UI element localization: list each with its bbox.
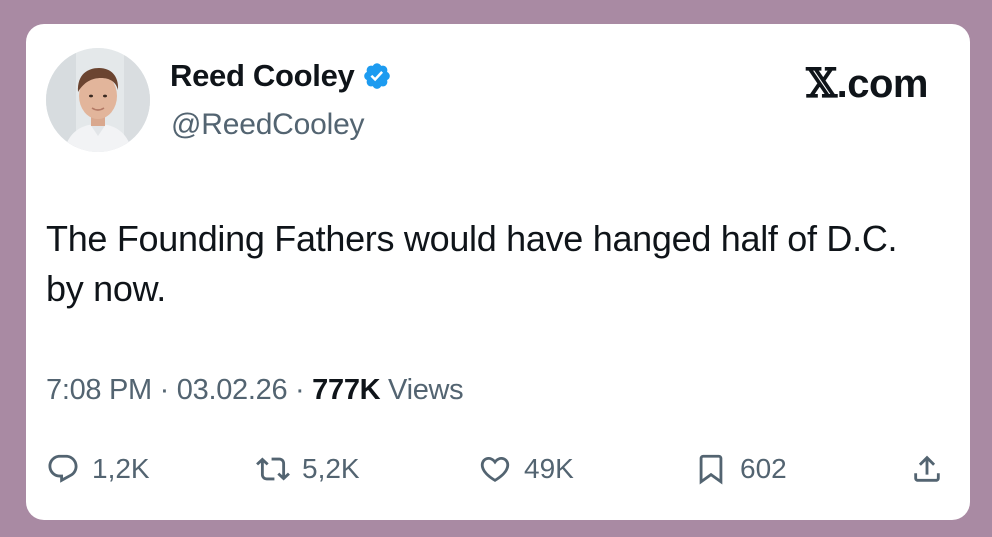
avatar[interactable]	[46, 48, 150, 152]
retweet-icon	[256, 457, 290, 481]
reply-button[interactable]: 1,2K	[46, 444, 150, 494]
author-handle[interactable]: @ReedCooley	[171, 108, 365, 142]
reply-icon	[48, 454, 78, 483]
x-logo-suffix: .com	[836, 62, 929, 106]
avatar-image	[46, 48, 150, 152]
heart-icon	[480, 456, 510, 482]
verified-badge-icon	[362, 61, 392, 91]
retweet-count: 5,2K	[302, 453, 360, 484]
like-count: 49K	[524, 453, 574, 484]
tweet-text: The Founding Fathers would have hanged h…	[46, 218, 898, 309]
bookmark-count: 602	[740, 453, 787, 484]
action-bar: 1,2K 5,2K 49K 602	[46, 444, 950, 494]
tweet-time[interactable]: 7:08 PM	[46, 374, 152, 406]
meta-separator: ·	[151, 374, 177, 406]
like-button[interactable]: 49K	[478, 444, 574, 494]
tweet-date[interactable]: 03.02.26	[177, 374, 288, 406]
share-icon	[914, 455, 940, 482]
tweet-card: Reed Cooley @ReedCooley 𝕏.com The Foundi…	[26, 24, 970, 520]
author-name-row: Reed Cooley	[170, 58, 392, 94]
reply-count: 1,2K	[92, 453, 150, 484]
x-com-logo: 𝕏.com	[806, 60, 928, 107]
meta-separator: ·	[287, 374, 313, 406]
share-button[interactable]	[910, 444, 944, 494]
views-count: 777K	[312, 374, 381, 406]
views-label: Views	[380, 374, 464, 406]
x-logo-glyph: 𝕏	[806, 60, 837, 107]
tweet-meta: 7:08 PM · 03.02.26 · 777K Views	[46, 374, 464, 407]
retweet-button[interactable]: 5,2K	[256, 444, 360, 494]
author-name[interactable]: Reed Cooley	[170, 58, 355, 94]
bookmark-icon	[699, 454, 723, 485]
bookmark-button[interactable]: 602	[694, 444, 787, 494]
